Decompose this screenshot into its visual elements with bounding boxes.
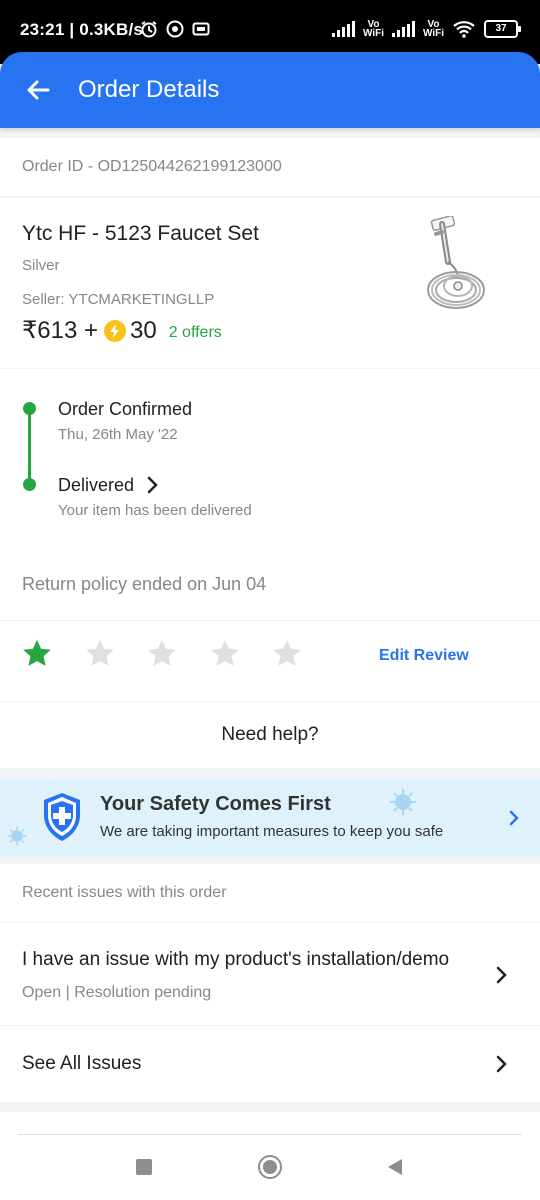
see-all-issues-button[interactable]: See All Issues — [0, 1026, 540, 1102]
timeline-step-delivered-note: Your item has been delivered — [58, 502, 252, 519]
timeline-step-title: Order Confirmed — [58, 399, 193, 419]
faucet-product-image[interactable] — [418, 216, 494, 320]
app-bar: Order Details — [0, 52, 540, 128]
return-policy-text: Return policy ended on Jun 04 — [22, 574, 267, 594]
star-empty-icon[interactable] — [83, 637, 117, 671]
chevron-right-icon — [496, 1055, 507, 1073]
shield-icon — [44, 793, 80, 841]
offers-link[interactable]: 2 offers — [169, 324, 222, 342]
product-name: Ytc HF - 5123 Faucet Set — [22, 222, 259, 245]
system-nav-bar — [0, 1112, 540, 1200]
star-empty-icon[interactable] — [208, 637, 242, 671]
signal-icon — [331, 21, 355, 37]
see-all-issues-label: See All Issues — [22, 1053, 142, 1074]
alarm-icon — [141, 21, 157, 38]
vo-wifi-label-2: Vo WiFi — [422, 19, 444, 39]
edit-review-link[interactable]: Edit Review — [379, 647, 469, 665]
screen-icon — [192, 22, 210, 36]
vo-wifi-label-1: Vo WiFi — [362, 19, 384, 39]
status-time: 23:21 | 0.3KB/s — [20, 20, 144, 39]
star-empty-icon[interactable] — [270, 637, 304, 671]
chevron-right-icon[interactable] — [146, 475, 160, 495]
battery-icon: 37 — [484, 20, 521, 38]
issue-status: Open | Resolution pending — [22, 984, 212, 1001]
supercoin-amount: 30 — [130, 316, 157, 344]
wifi-icon — [453, 21, 475, 38]
signal-icon — [391, 21, 415, 37]
safety-banner[interactable]: Your Safety Comes First We are taking im… — [0, 779, 540, 857]
virus-icon — [7, 826, 27, 846]
timeline-dot-delivered — [23, 478, 36, 491]
back-triangle-icon[interactable] — [386, 1158, 404, 1176]
timeline-step-date: Thu, 26th May '22 — [58, 426, 178, 443]
need-help-label: Need help? — [221, 724, 319, 745]
chrome-icon — [166, 20, 184, 38]
safety-subtitle: We are taking important measures to keep… — [100, 823, 444, 840]
product-card[interactable]: Ytc HF - 5123 Faucet Set Silver Seller: … — [0, 198, 540, 368]
timeline-step-title-delivered[interactable]: Delivered — [58, 475, 134, 496]
chevron-right-icon — [509, 810, 519, 826]
status-icons-left — [140, 20, 210, 38]
rating-card: Edit Review — [0, 621, 540, 701]
product-seller: Seller: YTCMARKETINGLLP — [22, 291, 215, 308]
recents-button[interactable] — [136, 1159, 152, 1175]
product-price: ₹613 + — [22, 317, 98, 344]
status-icons-right: Vo WiFi Vo WiFi 37 — [331, 19, 521, 39]
issues-heading: Recent issues with this order — [22, 884, 227, 901]
star-filled-icon[interactable] — [20, 637, 54, 671]
nav-divider — [18, 1134, 522, 1135]
issues-heading-card: Recent issues with this order — [0, 864, 540, 922]
order-id-card: Order ID - OD125044262199123000 — [0, 138, 540, 196]
chevron-right-icon — [496, 966, 507, 984]
timeline-dot-confirmed — [23, 402, 36, 415]
home-button[interactable] — [258, 1155, 282, 1179]
safety-title: Your Safety Comes First — [100, 793, 331, 815]
need-help-button[interactable]: Need help? — [0, 702, 540, 768]
timeline-line — [28, 409, 31, 485]
page-title: Order Details — [78, 76, 220, 103]
star-empty-icon[interactable] — [145, 637, 179, 671]
supercoin-icon — [104, 319, 126, 342]
price-row: ₹613 + 30 2 offers — [22, 316, 222, 345]
product-color: Silver — [22, 257, 60, 274]
order-timeline: Order Confirmed Thu, 26th May '22 Delive… — [0, 369, 540, 620]
arrow-left-icon[interactable] — [22, 74, 54, 106]
issue-title: I have an issue with my product's instal… — [22, 949, 450, 970]
virus-icon — [390, 789, 416, 815]
issue-list-item[interactable]: I have an issue with my product's instal… — [0, 923, 540, 1025]
order-id: Order ID - OD125044262199123000 — [22, 158, 282, 175]
